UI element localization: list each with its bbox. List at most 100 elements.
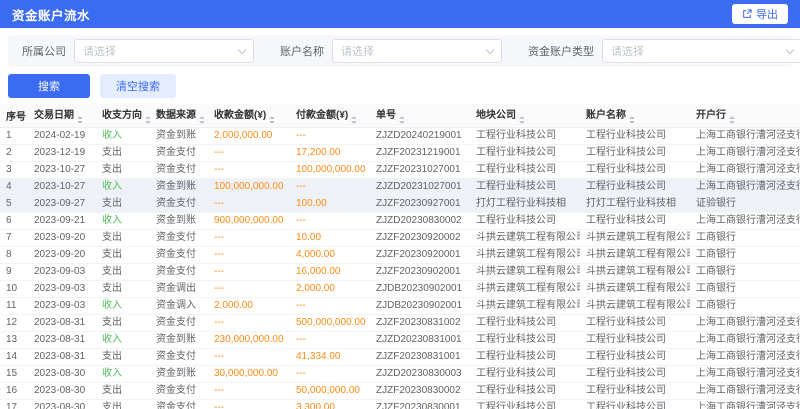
chevron-down-icon <box>786 45 794 53</box>
table-row[interactable]: 112023-09-03收入资金调入2,000.00---ZJDB2023090… <box>0 297 800 314</box>
cell-bank: 上海工商银行漕河泾支行 <box>690 212 800 229</box>
table-row[interactable]: 42023-10-27收入资金到账100,000,000.00---ZJZD20… <box>0 178 800 195</box>
cell-order_no: ZJZF20230920001 <box>370 246 470 263</box>
column-header[interactable]: 收支方向 <box>96 104 150 127</box>
cell-receive: 2,000,000.00 <box>208 127 290 144</box>
sort-icon[interactable] <box>351 116 357 124</box>
export-button[interactable]: 导出 <box>732 4 788 24</box>
cell-index: 17 <box>0 399 28 409</box>
cell-direction: 支出 <box>96 399 150 409</box>
action-bar: 搜索 清空搜索 <box>0 67 800 104</box>
cell-receive: 230,000,000.00 <box>208 331 290 348</box>
cell-index: 9 <box>0 263 28 280</box>
cell-company: 工程行业科技公司 <box>470 178 580 195</box>
table-row[interactable]: 52023-09-27支出资金支付---100.00ZJZF2023092700… <box>0 195 800 212</box>
table-row[interactable]: 122023-08-31支出资金支付---500,000,000.00ZJZF2… <box>0 314 800 331</box>
cell-direction: 支出 <box>96 246 150 263</box>
column-header[interactable]: 收款金额(¥) <box>208 104 290 127</box>
column-label: 序号 <box>6 112 26 123</box>
cell-receive: 30,000,000.00 <box>208 365 290 382</box>
table-row[interactable]: 162023-08-30支出资金支付---50,000,000.00ZJZF20… <box>0 382 800 399</box>
column-header[interactable]: 交易日期 <box>28 104 96 127</box>
cell-pay: --- <box>290 365 370 382</box>
sort-icon[interactable] <box>199 116 205 124</box>
cell-pay: 10.00 <box>290 229 370 246</box>
cell-source: 资金调出 <box>150 280 208 297</box>
table-row[interactable]: 12024-02-19收入资金到账2,000,000.00---ZJZD2024… <box>0 127 800 144</box>
column-header[interactable]: 开户行 <box>690 104 800 127</box>
cell-account_name: 工程行业科技公司 <box>580 399 690 409</box>
cell-receive: --- <box>208 399 290 409</box>
cell-pay: --- <box>290 212 370 229</box>
account-type-select[interactable]: 请选择 <box>602 39 800 63</box>
cell-account_name: 工程行业科技公司 <box>580 348 690 365</box>
sort-icon[interactable] <box>519 116 525 124</box>
table-row[interactable]: 152023-08-30收入资金到账30,000,000.00---ZJZD20… <box>0 365 800 382</box>
cell-index: 1 <box>0 127 28 144</box>
cell-direction: 收入 <box>96 297 150 314</box>
cell-direction: 支出 <box>96 161 150 178</box>
table-row[interactable]: 172023-08-30支出资金支付---3,300.00ZJZF2023083… <box>0 399 800 409</box>
cell-bank: 上海工商银行漕河泾支行 <box>690 161 800 178</box>
column-header[interactable]: 地块公司 <box>470 104 580 127</box>
company-select[interactable]: 请选择 <box>74 39 254 63</box>
cell-company: 工程行业科技公司 <box>470 161 580 178</box>
cell-order_no: ZJZD20230831001 <box>370 331 470 348</box>
table-row[interactable]: 142023-08-31支出资金支付---41,334.00ZJZF202308… <box>0 348 800 365</box>
cell-source: 资金调入 <box>150 297 208 314</box>
cell-receive: --- <box>208 246 290 263</box>
column-label: 交易日期 <box>34 110 74 121</box>
column-header[interactable]: 账户名称 <box>580 104 690 127</box>
table-row[interactable]: 82023-09-20支出资金支付---4,000.00ZJZF20230920… <box>0 246 800 263</box>
table-row[interactable]: 92023-09-03支出资金支付---16,000.00ZJZF2023090… <box>0 263 800 280</box>
sort-icon[interactable] <box>629 116 635 124</box>
cell-receive: --- <box>208 280 290 297</box>
flow-table: 序号交易日期 收支方向数据来源收款金额(¥)付款金额(¥)单号地块公司账户名称开户… <box>0 104 800 409</box>
table-row[interactable]: 72023-09-20支出资金支付---10.00ZJZF20230920002… <box>0 229 800 246</box>
cell-bank: 工商银行 <box>690 297 800 314</box>
cell-bank: 上海工商银行漕河泾支行 <box>690 365 800 382</box>
cell-account_name: 斗拱云建筑工程有限公司 <box>580 297 690 314</box>
filter-bar: 所属公司 请选择 账户名称 请选择 资金账户类型 请选择 展开筛选 <box>8 35 792 67</box>
clear-search-button[interactable]: 清空搜索 <box>100 74 176 98</box>
sort-icon[interactable] <box>145 116 150 124</box>
cell-index: 4 <box>0 178 28 195</box>
cell-date: 2023-10-27 <box>28 161 96 178</box>
sort-icon[interactable] <box>729 116 735 124</box>
sort-icon[interactable] <box>399 116 405 124</box>
cell-pay: --- <box>290 127 370 144</box>
table-row[interactable]: 32023-10-27支出资金支付---100,000,000.00ZJZF20… <box>0 161 800 178</box>
table-row[interactable]: 22023-12-19支出资金支付---17,200.00ZJZF2023121… <box>0 144 800 161</box>
cell-source: 资金支付 <box>150 399 208 409</box>
column-header[interactable]: 单号 <box>370 104 470 127</box>
cell-date: 2023-09-03 <box>28 280 96 297</box>
table-row[interactable]: 132023-08-31收入资金到账230,000,000.00---ZJZD2… <box>0 331 800 348</box>
cell-account_name: 斗拱云建筑工程有限公司 <box>580 246 690 263</box>
cell-order_no: ZJZF20230902001 <box>370 263 470 280</box>
account-name-select[interactable]: 请选择 <box>332 39 502 63</box>
cell-receive: --- <box>208 314 290 331</box>
column-header[interactable]: 付款金额(¥) <box>290 104 370 127</box>
cell-order_no: ZJZF20230927001 <box>370 195 470 212</box>
cell-index: 8 <box>0 246 28 263</box>
table-row[interactable]: 102023-09-03支出资金调出---2,000.00ZJDB2023090… <box>0 280 800 297</box>
cell-account_name: 斗拱云建筑工程有限公司 <box>580 229 690 246</box>
cell-account_name: 工程行业科技公司 <box>580 178 690 195</box>
table-row[interactable]: 62023-09-21收入资金到账900,000,000.00---ZJZD20… <box>0 212 800 229</box>
cell-date: 2023-12-19 <box>28 144 96 161</box>
page-header: 资金账户流水 导出 <box>0 0 800 28</box>
sort-icon[interactable] <box>77 116 83 124</box>
cell-account_name: 打灯工程行业科技相 <box>580 195 690 212</box>
page-title: 资金账户流水 <box>12 5 90 24</box>
export-button-label: 导出 <box>756 6 778 22</box>
cell-index: 13 <box>0 331 28 348</box>
account-type-select-placeholder: 请选择 <box>611 43 644 59</box>
cell-company: 斗拱云建筑工程有限公司 <box>470 263 580 280</box>
search-button[interactable]: 搜索 <box>8 74 90 98</box>
cell-bank: 工商银行 <box>690 246 800 263</box>
cell-pay: 16,000.00 <box>290 263 370 280</box>
cell-order_no: ZJZF20230831002 <box>370 314 470 331</box>
sort-icon[interactable] <box>269 116 275 124</box>
column-header[interactable]: 数据来源 <box>150 104 208 127</box>
cell-company: 工程行业科技公司 <box>470 212 580 229</box>
